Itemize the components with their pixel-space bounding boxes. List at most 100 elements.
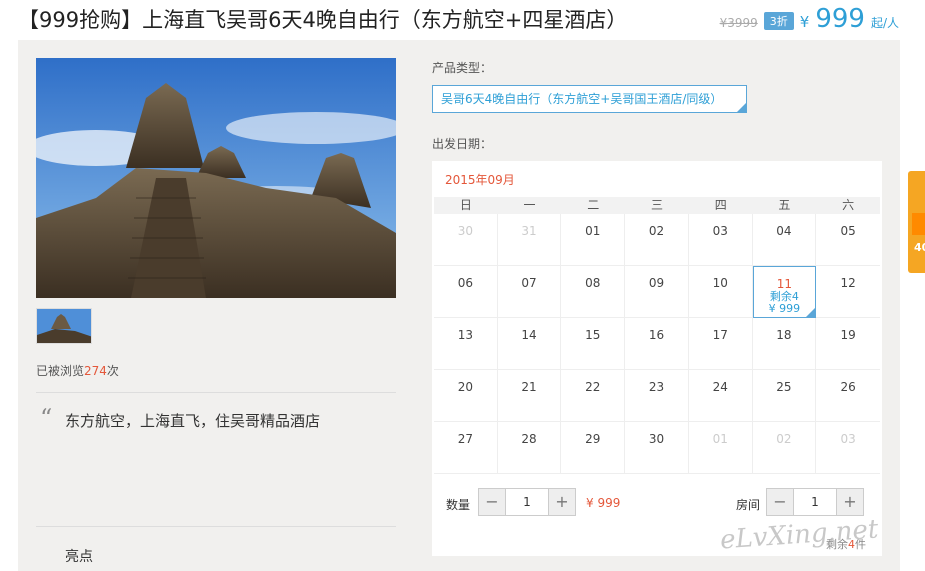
- calendar-day[interactable]: 22: [561, 370, 626, 422]
- calendar-month: 2015年09月: [445, 173, 515, 187]
- weekday-label: 五: [778, 198, 791, 212]
- calendar-day[interactable]: 21: [497, 370, 562, 422]
- quantity-minus-button[interactable]: −: [479, 489, 505, 515]
- calendar-day[interactable]: 13: [434, 318, 498, 370]
- view-count: 已被浏览274次: [36, 362, 119, 379]
- day-number: 20: [457, 380, 473, 394]
- temple-photo: [36, 58, 396, 298]
- day-number: 13: [457, 328, 473, 342]
- old-price: ¥3999: [719, 16, 758, 30]
- day-number: 01: [712, 432, 728, 446]
- calendar-day[interactable]: 04: [752, 214, 817, 266]
- product-summary: 东方航空，上海直飞，住吴哥精品酒店: [65, 412, 321, 430]
- rooms-plus-button[interactable]: +: [837, 489, 863, 515]
- selected-check-icon: [806, 308, 816, 317]
- highlights-heading[interactable]: 亮点: [65, 546, 93, 566]
- weekday-label: 四: [714, 198, 727, 212]
- calendar-day: 30: [434, 214, 498, 266]
- calendar-day-selected[interactable]: 11 剩余4 ¥ 999: [752, 266, 817, 318]
- calendar-day[interactable]: 16: [625, 318, 689, 370]
- calendar-day[interactable]: 12: [816, 266, 880, 318]
- day-number: 03: [840, 432, 856, 446]
- calendar-day[interactable]: 24: [688, 370, 753, 422]
- calendar-day[interactable]: 19: [816, 318, 880, 370]
- calendar-day[interactable]: 06: [434, 266, 498, 318]
- calendar-day: 03: [816, 422, 880, 474]
- rooms-label: 房间: [736, 498, 761, 512]
- gallery-thumbnail[interactable]: [36, 308, 92, 344]
- day-number: 03: [712, 224, 728, 238]
- day-number: 28: [521, 432, 537, 446]
- calendar-day[interactable]: 01: [561, 214, 626, 266]
- product-title: 【999抢购】上海直飞吴哥6天4晚自由行（东方航空+四星酒店）: [18, 8, 628, 32]
- calendar-day[interactable]: 10: [688, 266, 753, 318]
- rooms-minus-button[interactable]: −: [767, 489, 793, 515]
- day-number: 19: [840, 328, 856, 342]
- product-type-option[interactable]: 吴哥6天4晚自由行（东方航空+吴哥国王酒店/同级）: [432, 85, 747, 113]
- calendar-day[interactable]: 29: [561, 422, 626, 474]
- current-price: 999: [815, 4, 865, 34]
- rooms-input[interactable]: 1: [793, 489, 837, 515]
- day-number: 30: [648, 432, 665, 446]
- day-number: 01: [585, 224, 601, 238]
- price-area: ¥3999 3折 ¥999 起/人: [720, 6, 899, 32]
- day-number: 25: [776, 380, 792, 394]
- calendar-day[interactable]: 23: [625, 370, 689, 422]
- calendar-day[interactable]: 14: [497, 318, 562, 370]
- view-number: 274: [84, 364, 107, 378]
- calendar-day: 31: [497, 214, 562, 266]
- quantity-plus-button[interactable]: +: [549, 489, 575, 515]
- rooms-stepper: − 1 +: [766, 488, 864, 516]
- day-number: 04: [776, 224, 792, 238]
- quantity-total-price: ¥ 999: [586, 496, 621, 510]
- product-panel: 已被浏览274次 “ 东方航空，上海直飞，住吴哥精品酒店 亮点 产品类型： 吴哥…: [18, 40, 900, 571]
- day-number: 05: [840, 224, 856, 238]
- day-number: 29: [585, 432, 601, 446]
- divider: [36, 526, 396, 527]
- calendar-day[interactable]: 07: [497, 266, 562, 318]
- calendar-grid: 30 31 01 02 03 04 05 06 07 08 09 10 11 剩余4 ¥ 999 12 13 14…: [434, 214, 880, 474]
- calendar-day[interactable]: 27: [434, 422, 498, 474]
- day-number: 08: [585, 276, 601, 290]
- quantity-row: 数量 − 1 + ¥ 999 房间 − 1 +: [446, 488, 870, 518]
- quantity-label: 数量: [446, 498, 471, 512]
- calendar-day[interactable]: 08: [561, 266, 626, 318]
- weekday-header: 日一二三四五六: [434, 197, 880, 214]
- day-number: 02: [648, 224, 665, 238]
- weekday-label: 三: [650, 198, 663, 212]
- calendar-day[interactable]: 26: [816, 370, 880, 422]
- day-number: 15: [585, 328, 601, 342]
- day-number: 22: [585, 380, 601, 394]
- product-type-text: 吴哥6天4晚自由行（东方航空+吴哥国王酒店/同级）: [441, 92, 723, 106]
- calendar-day[interactable]: 09: [625, 266, 689, 318]
- calendar-day: 02: [752, 422, 817, 474]
- day-number: 12: [840, 276, 856, 290]
- calendar-day[interactable]: 15: [561, 318, 626, 370]
- day-number: 09: [648, 276, 665, 290]
- calendar-day[interactable]: 18: [752, 318, 817, 370]
- calendar-day[interactable]: 20: [434, 370, 498, 422]
- product-page: 【999抢购】上海直飞吴哥6天4晚自由行（东方航空+四星酒店） ¥3999 3折…: [0, 0, 925, 571]
- calendar-day[interactable]: 30: [625, 422, 689, 474]
- day-number: 30: [457, 224, 473, 238]
- day-number: 17: [712, 328, 728, 342]
- thumbnail-photo: [37, 309, 91, 343]
- day-number: 21: [521, 380, 537, 394]
- weekday-label: 一: [523, 198, 536, 212]
- side-tab-text: 40: [914, 241, 925, 254]
- calendar-day[interactable]: 03: [688, 214, 753, 266]
- divider: [36, 392, 396, 393]
- price-currency: ¥: [799, 13, 810, 31]
- calendar-day[interactable]: 25: [752, 370, 817, 422]
- quantity-input[interactable]: 1: [505, 489, 549, 515]
- calendar-day[interactable]: 17: [688, 318, 753, 370]
- day-number: 16: [648, 328, 665, 342]
- day-number: 02: [776, 432, 792, 446]
- main-product-image[interactable]: [36, 58, 396, 298]
- calendar-day[interactable]: 05: [816, 214, 880, 266]
- day-number: 14: [521, 328, 537, 342]
- calendar-day[interactable]: 02: [625, 214, 689, 266]
- view-suffix: 次: [106, 364, 119, 378]
- side-floating-tab[interactable]: 40: [908, 171, 925, 273]
- calendar-day[interactable]: 28: [497, 422, 562, 474]
